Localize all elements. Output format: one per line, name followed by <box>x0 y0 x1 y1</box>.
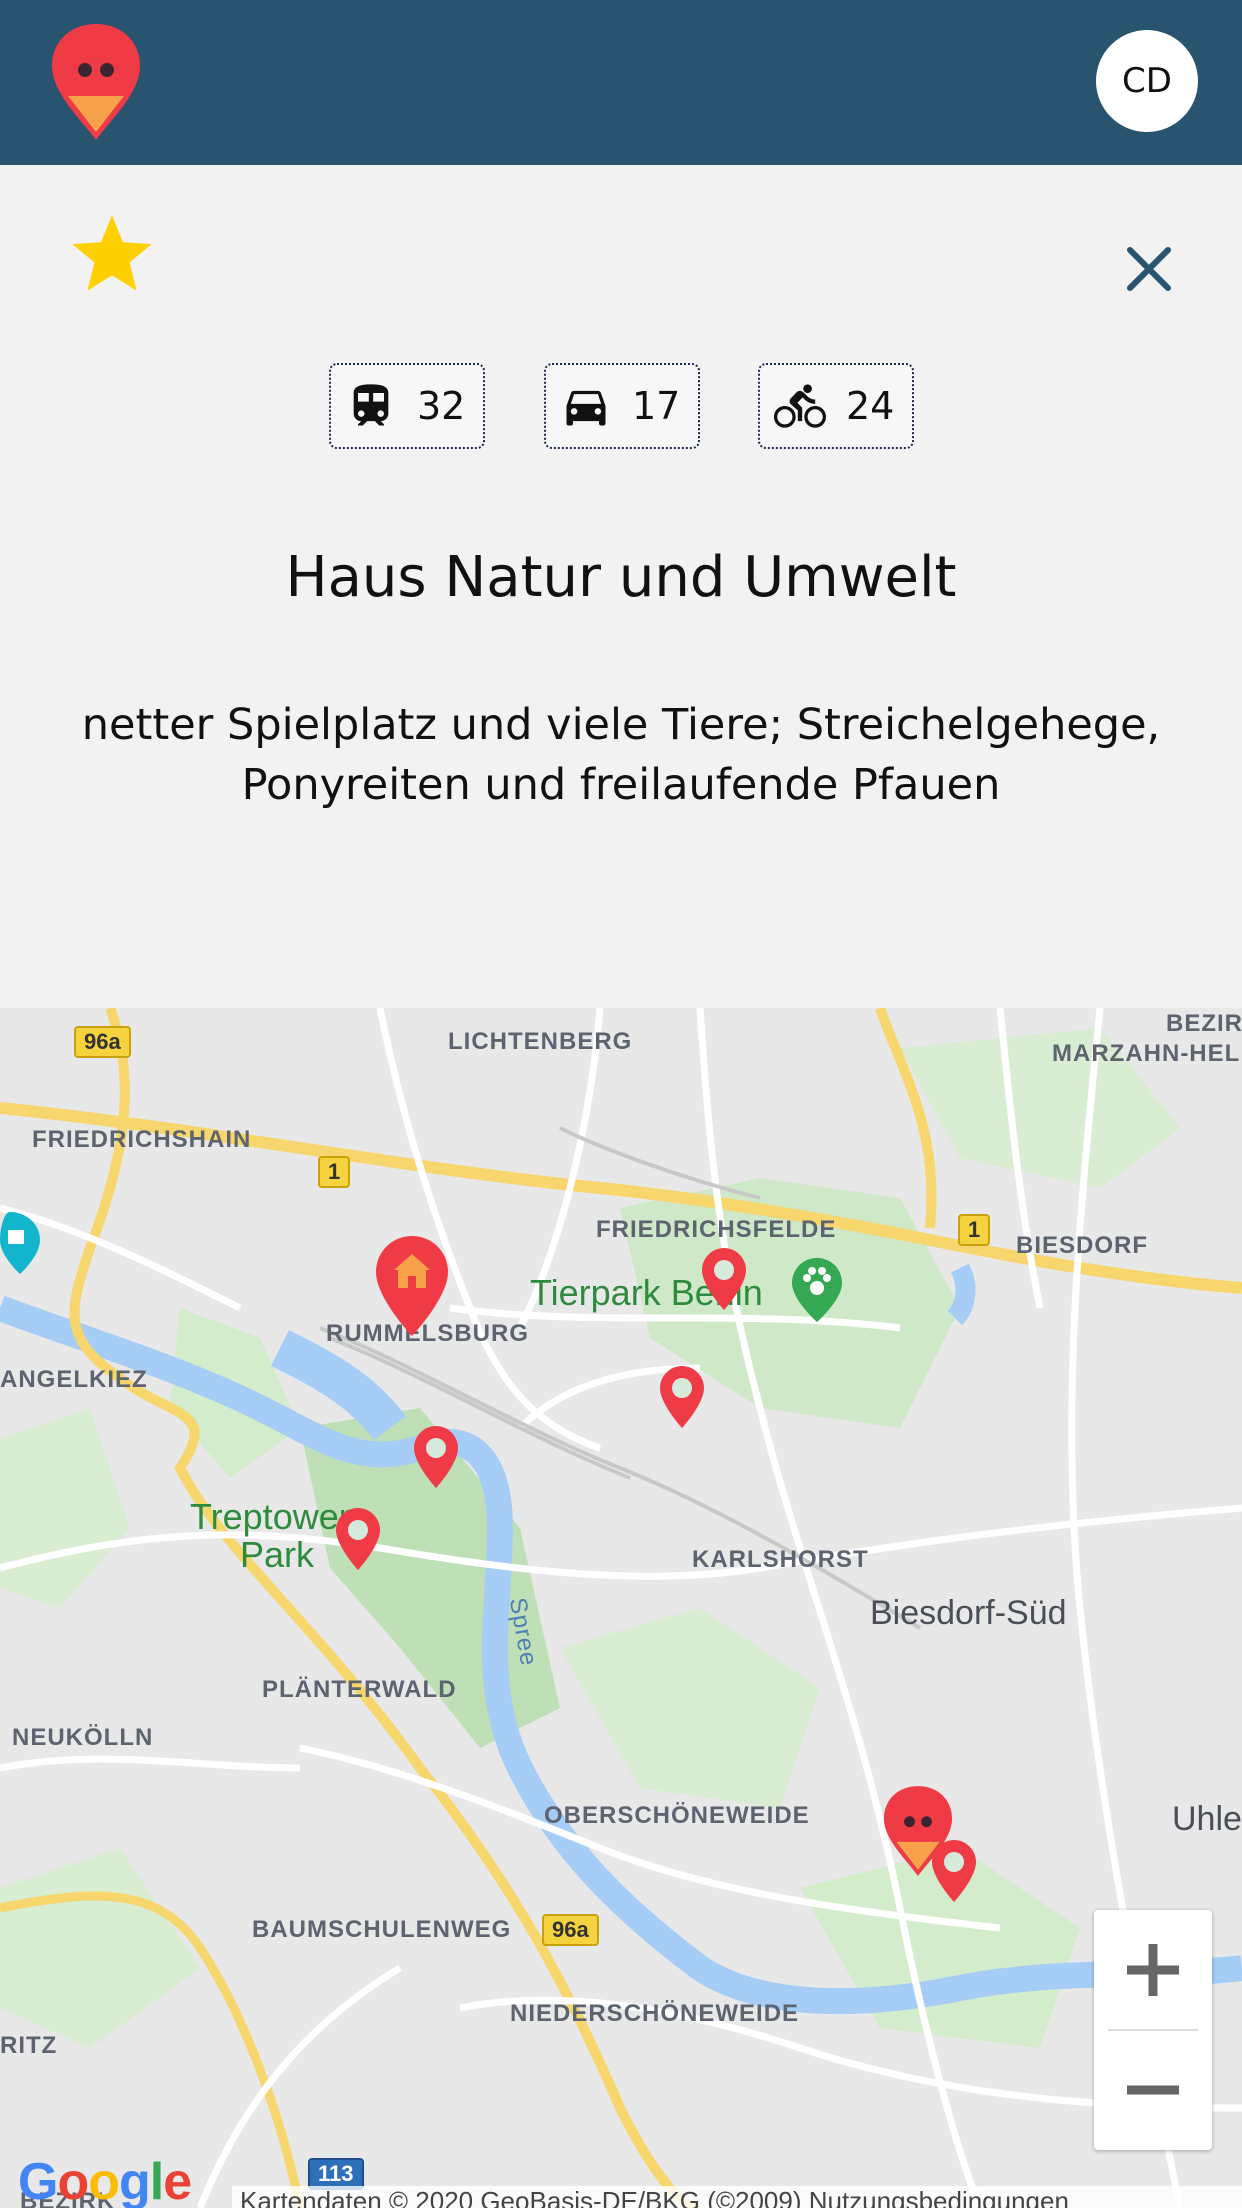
train-time-value: 32 <box>417 384 466 428</box>
train-icon <box>353 384 389 426</box>
map-label: BAUMSCHULENWEG <box>252 1916 512 1943</box>
map-label: OBERSCHÖNEWEIDE <box>544 1802 810 1829</box>
poi-paw-icon[interactable] <box>792 1258 842 1322</box>
travel-time-bike[interactable]: 24 <box>758 363 914 449</box>
map-label: NEUKÖLLN <box>12 1724 154 1751</box>
zoom-in-button[interactable] <box>1094 1910 1212 2030</box>
bike-time-value: 24 <box>846 384 895 428</box>
map-label: NIEDERSCHÖNEWEIDE <box>510 2000 800 2027</box>
map-label: FRIEDRICHSFELDE <box>596 1216 837 1243</box>
place-title: Haus Natur und Umwelt <box>285 545 957 610</box>
road-shield: 96a <box>542 1914 599 1946</box>
home-location-pin-icon[interactable] <box>376 1236 448 1336</box>
app-header: CD <box>0 0 1242 165</box>
map-label: Biesdorf-Süd <box>870 1594 1067 1632</box>
map-label: FRIEDRICHSHAIN <box>32 1126 252 1153</box>
car-time-value: 17 <box>632 384 681 428</box>
place-description: netter Spielplatz und viele Tiere; Strei… <box>81 700 1161 810</box>
travel-time-train[interactable]: 32 <box>329 363 485 449</box>
map-label: MARZAHN-HEL <box>1052 1040 1241 1067</box>
map-view[interactable]: LICHTENBERG BEZIR MARZAHN-HEL FRIEDRICHS… <box>0 1008 1242 2208</box>
map-label-park: Park <box>240 1534 315 1575</box>
place-pin-icon[interactable] <box>702 1248 746 1310</box>
bike-icon <box>774 384 826 428</box>
map-label: Uhle <box>1172 1800 1242 1838</box>
map-label: BIESDORF <box>1016 1232 1149 1259</box>
map-label: RITZ <box>0 2032 58 2059</box>
map-label-park: Treptower <box>190 1496 351 1537</box>
plus-icon <box>1127 1944 1179 1996</box>
road-shield: 1 <box>958 1214 991 1246</box>
app-logo-icon[interactable] <box>48 20 144 144</box>
map-label: BEZIR <box>1166 1010 1242 1037</box>
road-shield: 1 <box>318 1156 351 1188</box>
user-avatar[interactable]: CD <box>1096 30 1198 132</box>
travel-time-car[interactable]: 17 <box>544 363 700 449</box>
road-shield: 96a <box>74 1026 131 1058</box>
place-pin-icon[interactable] <box>660 1366 704 1428</box>
google-logo: Google <box>18 2153 192 2208</box>
zoom-controls <box>1094 1910 1212 2150</box>
place-pin-icon[interactable] <box>336 1508 380 1570</box>
map-label: KARLSHORST <box>692 1546 869 1573</box>
car-icon <box>566 390 606 426</box>
map-label: PLÄNTERWALD <box>262 1676 457 1703</box>
map-label: ANGELKIEZ <box>0 1366 148 1393</box>
map-label: LICHTENBERG <box>448 1028 633 1055</box>
minus-icon <box>1127 2085 1179 2095</box>
map-attribution[interactable]: Kartendaten © 2020 GeoBasis-DE/BKG (©200… <box>232 2186 1242 2208</box>
place-pin-icon[interactable] <box>414 1426 458 1488</box>
zoom-out-button[interactable] <box>1094 2030 1212 2150</box>
favorite-star-icon[interactable] <box>68 210 156 298</box>
poi-castle-icon[interactable] <box>0 1212 40 1274</box>
selected-place-pin-icon[interactable] <box>880 1783 956 1879</box>
close-icon[interactable] <box>1120 240 1178 298</box>
